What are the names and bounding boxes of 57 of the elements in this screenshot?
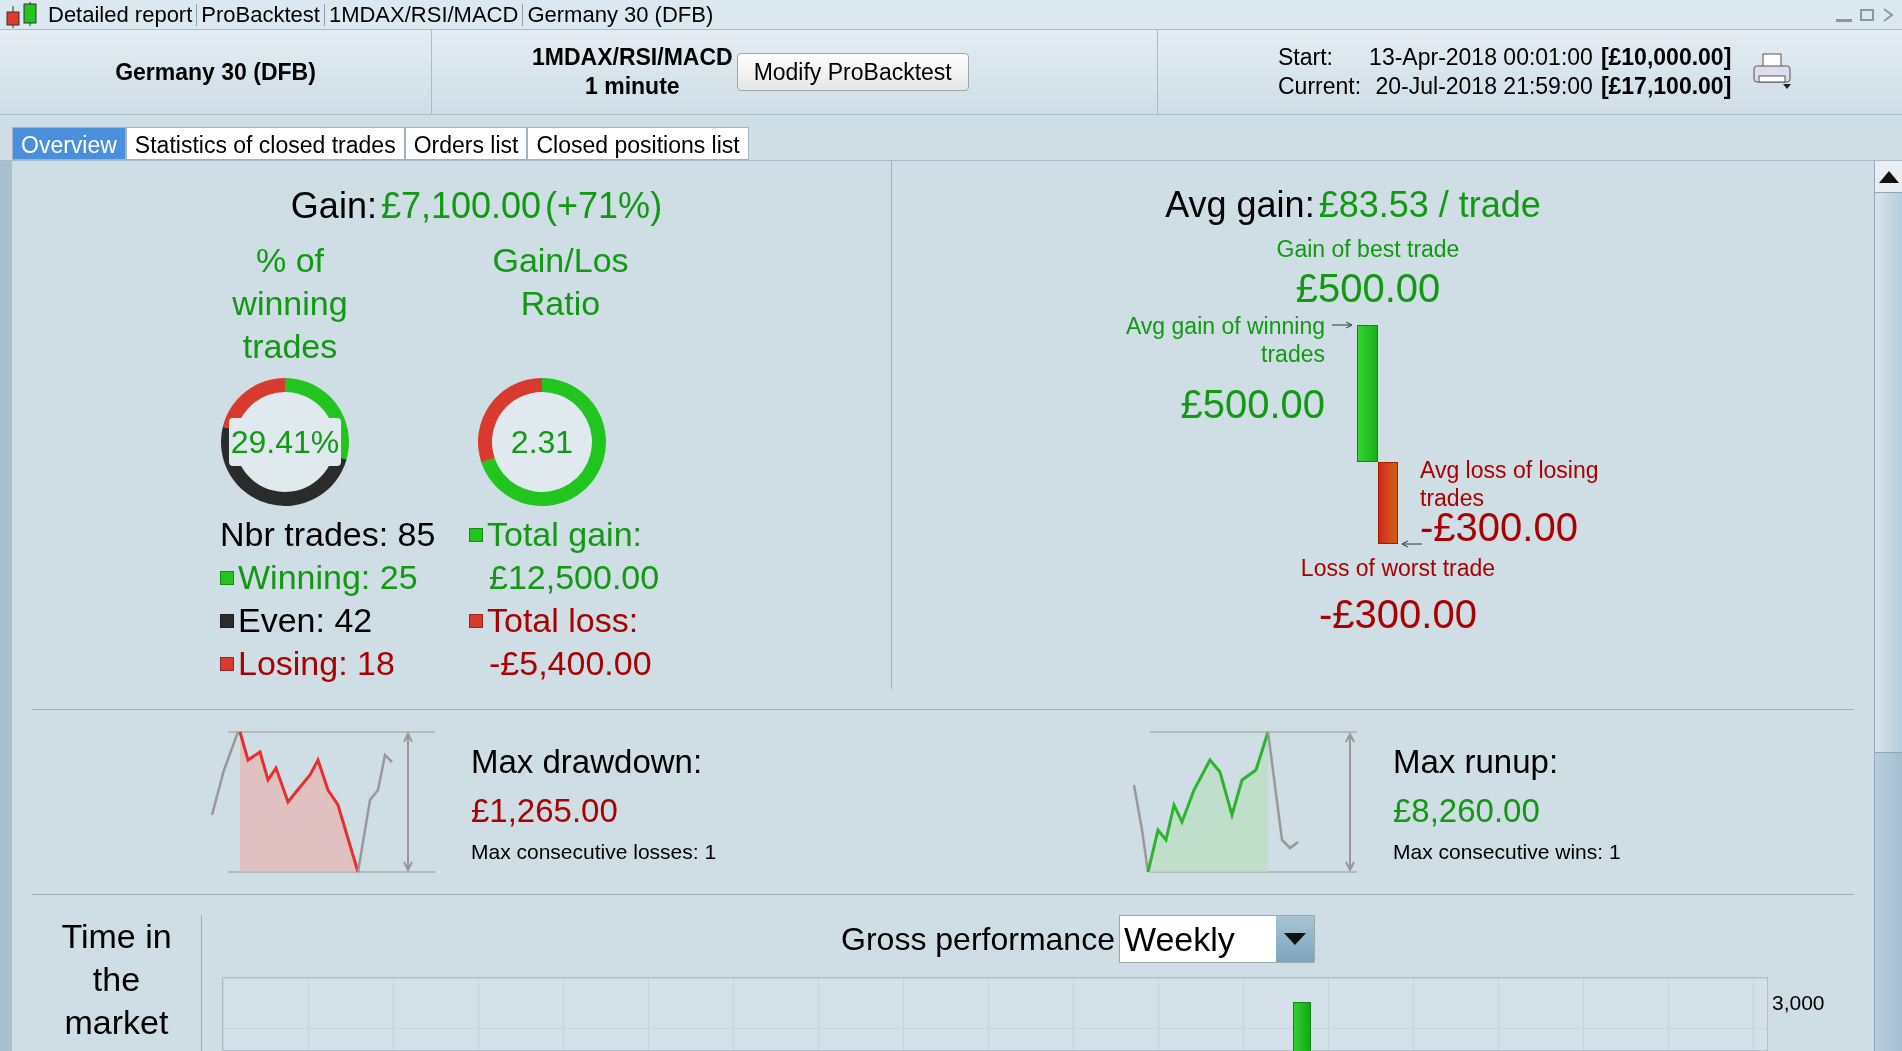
worst-trade-value: -£300.00 [1319, 591, 1477, 638]
trades-count: Losing: 18 [238, 643, 395, 684]
drawdown-value: £1,265.00 [471, 791, 619, 832]
gain-value: £7,100.00 [380, 184, 542, 228]
scrollbar-thumb[interactable] [1875, 193, 1902, 753]
title-text: Germany 30 (DFB) [522, 3, 718, 26]
timeframe: 1 minute [585, 72, 680, 101]
current-label: Current: [1278, 72, 1362, 101]
chevron-icon[interactable] [1882, 6, 1894, 23]
gain-label: Gain: [290, 184, 377, 228]
worst-trade-label: Loss of worst trade [1300, 554, 1496, 582]
arrow-icon [1400, 540, 1422, 548]
consecutive-losses: Max consecutive losses: 1 [471, 838, 717, 865]
scroll-up-icon[interactable] [1878, 170, 1899, 183]
trades-count: Winning: 25 [238, 557, 418, 598]
start-date: 13-Apr-2018 00:01:00 [1369, 43, 1593, 72]
donut-value: 29.41% [228, 418, 342, 466]
gross-performance-label: Gross performance [841, 920, 1115, 959]
total-value: £12,500.00 [489, 557, 661, 598]
gain-percent: (+71%) [545, 184, 663, 228]
total-label: Total gain: [487, 514, 642, 555]
best-trade-label: Gain of best trade [1276, 235, 1460, 264]
start-label: Start: [1278, 43, 1334, 72]
tab[interactable]: Statistics of closed trades [125, 127, 405, 160]
runup-value: £8,260.00 [1393, 791, 1541, 832]
avg-gain-value: £83.53 / trade [1318, 183, 1541, 227]
total-label: Total loss: [487, 600, 639, 641]
avg-winning-label: Avg gain of winning trades [1124, 312, 1325, 368]
axis-tick-label: 3,000 [1771, 990, 1825, 1016]
trades-total: Nbr trades: 85 [220, 514, 437, 555]
modify-probacktest-button[interactable]: Modify ProBacktest [736, 53, 969, 91]
period-dropdown[interactable]: Weekly [1118, 915, 1315, 963]
best-trade-value: £500.00 [1295, 265, 1441, 312]
winning-trades-heading: % of winning trades [232, 241, 348, 365]
title-text: Detailed report [47, 3, 194, 26]
title-text: ProBacktest [196, 3, 324, 26]
system-name: 1MDAX/RSI/MACD [532, 43, 733, 72]
instrument-name: Germany 30 (DFB) [115, 57, 316, 87]
restore-icon[interactable] [1860, 8, 1874, 21]
start-capital: [£10,000.00] [1600, 43, 1732, 72]
candlestick-icon [4, 1, 40, 28]
caret-icon [1283, 933, 1306, 945]
drawdown-label: Max drawdown: [471, 741, 704, 782]
avg-winning-value: £500.00 [1180, 381, 1325, 428]
arrow-icon [1332, 321, 1354, 329]
avg-gain-label: Avg gain: [1165, 183, 1315, 227]
total-value: -£5,400.00 [489, 643, 653, 684]
current-capital: [£17,100.00] [1600, 72, 1732, 101]
runup-label: Max runup: [1393, 741, 1560, 782]
time-in-market-label: Time in the market [60, 916, 173, 1043]
tab[interactable]: Closed positions list [527, 127, 749, 160]
ratio-heading: Gain/Los Ratio [492, 241, 629, 322]
tab[interactable]: Orders list [404, 127, 528, 160]
title-text: 1MDAX/RSI/MACD [323, 3, 523, 26]
consecutive-wins: Max consecutive wins: 1 [1393, 838, 1621, 865]
trades-count: Even: 42 [238, 600, 373, 641]
current-date: 20-Jul-2018 21:59:00 [1374, 72, 1593, 101]
